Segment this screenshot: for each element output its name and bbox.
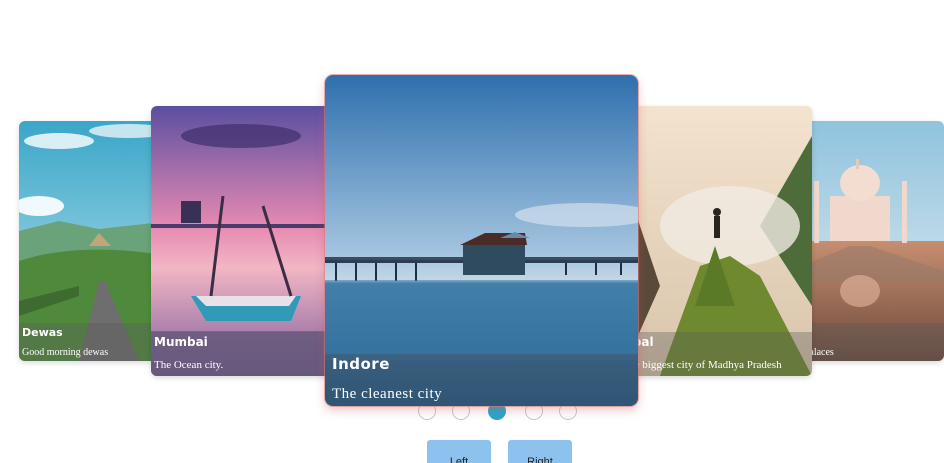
slide-title: hopal [620, 332, 812, 353]
slide-title: a [790, 323, 944, 342]
slide-title: Mumbai [154, 335, 208, 349]
slide-dewas[interactable]: Dewas Good morning dewas [19, 121, 171, 361]
slide-description: The Ocean city. [154, 359, 224, 371]
slide-mumbai[interactable]: Mumbai The Ocean city. [151, 106, 341, 376]
slide-palaces[interactable]: a of Palaces [790, 121, 944, 361]
slide-description: is the biggest city of Madhya Pradesh [620, 359, 782, 371]
slide-caption: Indore The cleanest city [325, 354, 638, 406]
slide-caption: Mumbai The Ocean city. [151, 332, 341, 376]
carousel: Dewas Good morning dewas of Palaces Mumb… [0, 0, 944, 463]
slide-caption: a of Palaces [790, 323, 944, 361]
right-button[interactable]: Right [508, 440, 572, 463]
left-button[interactable]: Left [427, 440, 491, 463]
slide-description: The cleanest city [332, 386, 443, 402]
slide-indore-active[interactable]: Indore The cleanest city [325, 75, 638, 406]
slide-caption: Dewas Good morning dewas [19, 323, 171, 361]
slide-caption: hopal is the biggest city of Madhya Prad… [620, 332, 812, 376]
slide-description: Good morning dewas [22, 347, 109, 358]
slide-title: Indore [332, 355, 390, 373]
slide-bhopal[interactable]: hopal is the biggest city of Madhya Prad… [620, 106, 812, 376]
slide-description: of Palaces [793, 347, 834, 358]
slide-title: Dewas [22, 326, 63, 339]
